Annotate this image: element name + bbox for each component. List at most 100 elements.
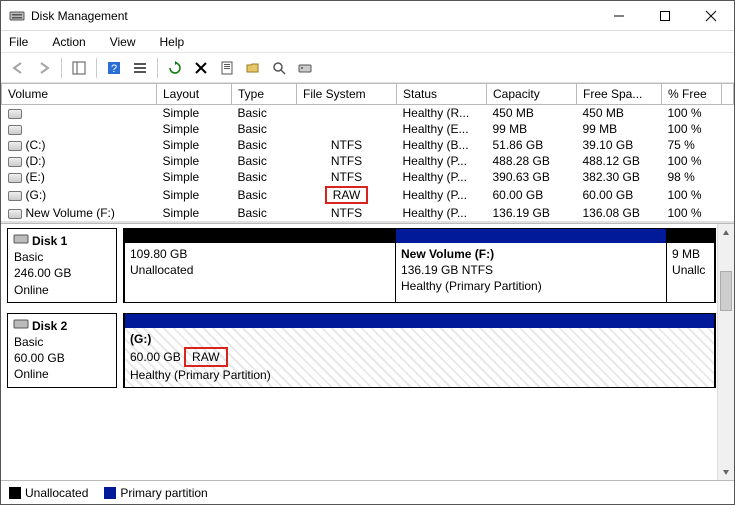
disk-label[interactable]: Disk 2Basic60.00 GBOnline [7,313,117,388]
maximize-button[interactable] [642,1,688,31]
drive-icon [8,141,22,151]
cell-freespace: 382.30 GB [577,169,662,185]
partition[interactable]: 9 MBUnallc [666,228,715,303]
table-row[interactable]: New Volume (F:)SimpleBasicNTFSHealthy (P… [2,205,734,221]
scroll-down-icon[interactable] [718,463,734,480]
cell-layout: Simple [157,137,232,153]
minimize-button[interactable] [596,1,642,31]
table-header-row: Volume Layout Type File System Status Ca… [2,84,734,105]
cell-pctfree: 100 % [662,185,722,205]
back-button[interactable] [7,57,29,79]
show-hide-panel-button[interactable] [68,57,90,79]
close-button[interactable] [688,1,734,31]
partition-stripe [125,314,714,328]
cell-type: Basic [232,121,297,137]
volume-table[interactable]: Volume Layout Type File System Status Ca… [1,83,734,221]
cell-type: Basic [232,169,297,185]
help-button[interactable]: ? [103,57,125,79]
disk-options-icon[interactable] [294,57,316,79]
partition-stripe [667,229,714,243]
delete-icon[interactable] [190,57,212,79]
cell-volume: (C:) [2,137,157,153]
drive-icon [8,191,22,201]
cell-status: Healthy (P... [397,205,487,221]
partition[interactable]: (G:)60.00 GB RAWHealthy (Primary Partiti… [124,313,715,388]
toolbar: ? [1,53,734,83]
cell-filesystem [297,105,397,122]
drive-icon [8,209,22,219]
cell-status: Healthy (E... [397,121,487,137]
refresh-button[interactable] [164,57,186,79]
settings-list-button[interactable] [129,57,151,79]
col-pctfree[interactable]: % Free [662,84,722,105]
partition[interactable]: 109.80 GBUnallocated [124,228,396,303]
fs-highlight: RAW [184,347,228,367]
disk-row: Disk 2Basic60.00 GBOnline(G:)60.00 GB RA… [7,313,716,388]
cell-filesystem: NTFS [297,169,397,185]
open-folder-icon[interactable] [242,57,264,79]
disk-row: Disk 1Basic246.00 GBOnline109.80 GBUnall… [7,228,716,303]
vertical-scrollbar[interactable] [717,224,734,480]
cell-freespace: 136.08 GB [577,205,662,221]
cell-freespace: 488.12 GB [577,153,662,169]
table-row[interactable]: SimpleBasicHealthy (R...450 MB450 MB100 … [2,105,734,122]
search-icon[interactable] [268,57,290,79]
col-freespace[interactable]: Free Spa... [577,84,662,105]
disk-label[interactable]: Disk 1Basic246.00 GBOnline [7,228,117,303]
table-row[interactable]: SimpleBasicHealthy (E...99 MB99 MB100 % [2,121,734,137]
col-status[interactable]: Status [397,84,487,105]
col-filesystem[interactable]: File System [297,84,397,105]
partition[interactable]: New Volume (F:)136.19 GB NTFSHealthy (Pr… [395,228,667,303]
scroll-thumb[interactable] [720,271,732,311]
properties-icon[interactable] [216,57,238,79]
col-type[interactable]: Type [232,84,297,105]
table-row[interactable]: (E:)SimpleBasicNTFSHealthy (P...390.63 G… [2,169,734,185]
disk-name: Disk 1 [14,233,110,249]
cell-volume: (E:) [2,169,157,185]
cell-pctfree: 100 % [662,205,722,221]
partition-status: Healthy (Primary Partition) [401,278,661,294]
volume-list-pane: Volume Layout Type File System Status Ca… [1,83,734,223]
menu-action[interactable]: Action [48,33,89,51]
menu-file[interactable]: File [5,33,32,51]
scroll-track[interactable] [718,241,734,463]
cell-freespace: 99 MB [577,121,662,137]
col-layout[interactable]: Layout [157,84,232,105]
cell-capacity: 136.19 GB [487,205,577,221]
drive-icon [8,157,22,167]
disk-kind: Basic [14,249,110,265]
menu-view[interactable]: View [106,33,140,51]
legend-primary: Primary partition [104,486,207,500]
window-title: Disk Management [31,9,596,23]
cell-layout: Simple [157,169,232,185]
cell-pctfree: 100 % [662,153,722,169]
cell-layout: Simple [157,205,232,221]
cell-capacity: 450 MB [487,105,577,122]
toolbar-separator [61,58,62,78]
app-icon [9,8,25,24]
cell-pctfree: 98 % [662,169,722,185]
cell-filesystem: RAW [297,185,397,205]
drive-icon [8,109,22,119]
menu-help[interactable]: Help [156,33,189,51]
scroll-up-icon[interactable] [718,224,734,241]
cell-capacity: 488.28 GB [487,153,577,169]
table-row[interactable]: (C:)SimpleBasicNTFSHealthy (B...51.86 GB… [2,137,734,153]
col-volume[interactable]: Volume [2,84,157,105]
forward-button[interactable] [33,57,55,79]
partition-size: 136.19 GB NTFS [401,262,661,278]
menubar: File Action View Help [1,31,734,53]
swatch-unallocated-icon [9,487,21,499]
table-row[interactable]: (G:)SimpleBasicRAWHealthy (P...60.00 GB6… [2,185,734,205]
cell-filesystem [297,121,397,137]
cell-status: Healthy (P... [397,169,487,185]
cell-layout: Simple [157,121,232,137]
cell-freespace: 60.00 GB [577,185,662,205]
table-row[interactable]: (D:)SimpleBasicNTFSHealthy (P...488.28 G… [2,153,734,169]
toolbar-separator [96,58,97,78]
partition-size: 109.80 GB [130,246,390,262]
partition-status: Unallocated [130,262,390,278]
disk-map: 109.80 GBUnallocatedNew Volume (F:)136.1… [123,228,716,303]
col-capacity[interactable]: Capacity [487,84,577,105]
cell-type: Basic [232,137,297,153]
